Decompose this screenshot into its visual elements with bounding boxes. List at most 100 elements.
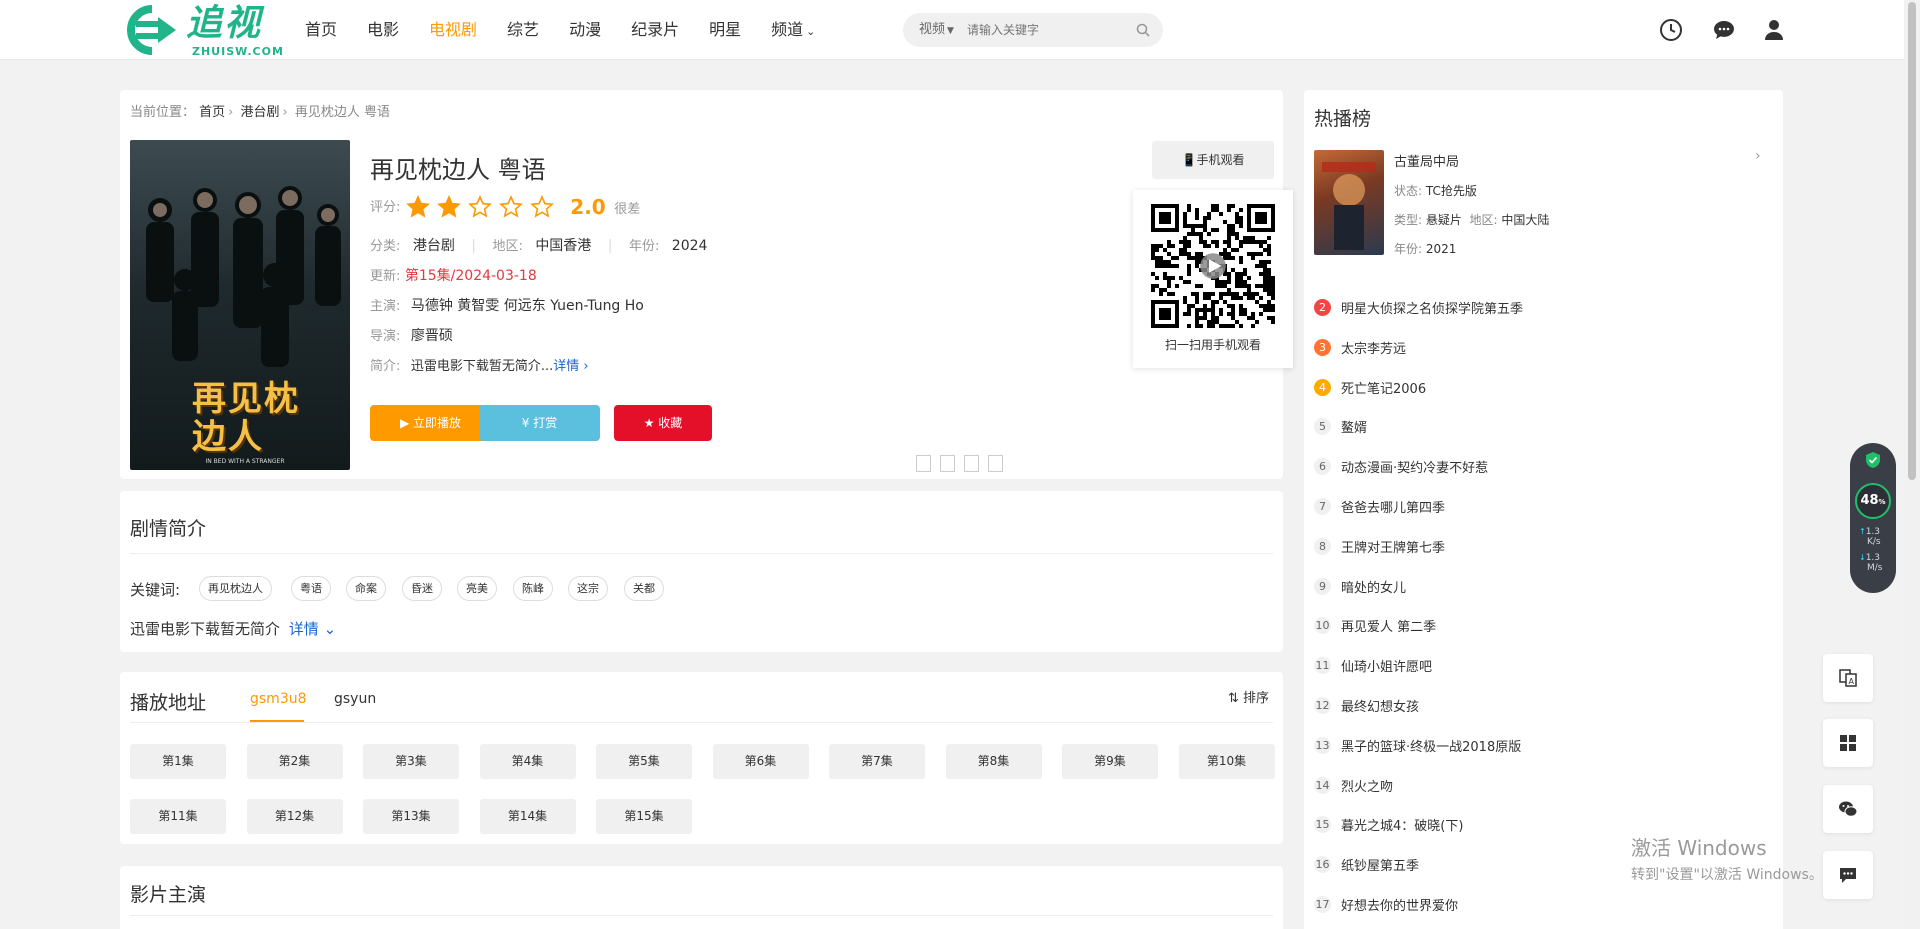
hot-rank-item[interactable]: 13 黑子的篮球·终极一战2018原版 (1314, 736, 1521, 756)
episode-button[interactable]: 第10集 (1178, 744, 1275, 779)
episode-button[interactable]: 第6集 (712, 744, 809, 779)
page-scrollbar[interactable] (1904, 0, 1920, 929)
star-icon[interactable] (467, 195, 493, 219)
synopsis-more-link[interactable]: 详情 ⌄ (289, 620, 336, 638)
hot-rank-item[interactable]: 4 死亡笔记2006 (1314, 378, 1426, 398)
nav-variety[interactable]: 综艺 (507, 0, 539, 60)
episode-button[interactable]: 第2集 (246, 744, 343, 779)
rank-number: 2 (1314, 299, 1331, 316)
hot-rank-item[interactable]: 2 明星大侦探之名侦探学院第五季 (1314, 298, 1523, 318)
carousel-dot[interactable] (988, 455, 1003, 472)
comment-button[interactable] (1823, 851, 1873, 899)
episode-button[interactable]: 第5集 (596, 744, 692, 779)
caret-down-icon: ▼ (947, 26, 954, 36)
tab-gsyun[interactable]: gsyun (334, 691, 376, 707)
rank-title: 暮光之城4：破晓(下) (1341, 819, 1464, 835)
site-logo[interactable]: 追视 ZHUISW.COM (122, 3, 283, 58)
episode-button[interactable]: 第13集 (363, 799, 459, 834)
user-icon[interactable] (1762, 18, 1786, 42)
tip-button[interactable]: ¥ 打赏 (479, 405, 600, 441)
hot-rank-item[interactable]: 6 动态漫画·契约冷妻不好惹 (1314, 457, 1488, 477)
translate-button[interactable]: A (1823, 654, 1873, 702)
search-category-select[interactable]: 视频 ▼ (919, 13, 954, 48)
keyword-tag[interactable]: 再见枕边人 (199, 576, 272, 601)
episode-button[interactable]: 第4集 (479, 744, 576, 779)
rank-number: 4 (1314, 378, 1331, 396)
hot-rank-item[interactable]: 17 好想去你的世界爱你 (1314, 895, 1458, 915)
episode-button[interactable]: 第7集 (829, 744, 925, 779)
nav-home[interactable]: 首页 (305, 0, 337, 60)
breadcrumb-category[interactable]: 港台剧 (241, 105, 280, 120)
hot-rank-item[interactable]: 12 最终幻想女孩 (1314, 696, 1419, 716)
qr-code-box: 扫一扫用手机观看 (1133, 190, 1293, 368)
keyword-tag[interactable]: 陈峰 (513, 576, 553, 601)
scrollbar-thumb[interactable] (1908, 2, 1916, 480)
search-input[interactable] (967, 20, 1127, 40)
hot-rank-item[interactable]: 14 烈火之吻 (1314, 776, 1393, 796)
episode-button[interactable]: 第9集 (1062, 744, 1158, 779)
star-icon[interactable] (405, 195, 431, 219)
nav-stars[interactable]: 明星 (709, 0, 741, 60)
episode-button[interactable]: 第14集 (479, 799, 576, 834)
star-icon[interactable] (436, 195, 462, 219)
hot-rank-item[interactable]: 7 爸爸去哪儿第四季 (1314, 497, 1445, 517)
intro-more-link[interactable]: 详情 › (553, 359, 588, 374)
favorite-button[interactable]: ★ 收藏 (614, 405, 712, 441)
hot-top-poster[interactable] (1314, 150, 1384, 255)
mobile-watch-button[interactable]: 📱手机观看 (1152, 141, 1274, 179)
year-link[interactable]: 2024 (672, 238, 708, 254)
keyword-tag[interactable]: 亮美 (457, 576, 497, 601)
rank-number: 13 (1314, 736, 1331, 754)
episode-button[interactable]: 第12集 (246, 799, 343, 834)
movie-poster[interactable]: 再见枕边人 IN BED WITH A STRANGER (130, 140, 350, 470)
hot-rank-item[interactable]: 11 仙琦小姐许愿吧 (1314, 656, 1432, 676)
director-link[interactable]: 廖晋硕 (411, 328, 453, 344)
cast-value[interactable]: 马德钟 黄智雯 何远东 Yuen-Tung Ho (411, 298, 644, 314)
rank-title: 仙琦小姐许愿吧 (1341, 660, 1433, 676)
carousel-dot[interactable] (940, 455, 955, 472)
region-link[interactable]: 中国香港 (535, 238, 591, 254)
breadcrumb-home[interactable]: 首页 (199, 105, 225, 120)
tab-gsm3u8[interactable]: gsm3u8 (250, 691, 307, 707)
nav-tv[interactable]: 电视剧 (429, 0, 477, 60)
episode-button[interactable]: 第15集 (596, 799, 692, 834)
carousel-dot[interactable] (964, 455, 979, 472)
hot-rank-item[interactable]: 5 鳌婿 (1314, 417, 1367, 437)
wechat-button[interactable] (1823, 785, 1873, 833)
hot-rank-item[interactable]: 8 王牌对王牌第七季 (1314, 537, 1445, 557)
keyword-tag[interactable]: 粤语 (291, 576, 331, 601)
nav-anime[interactable]: 动漫 (569, 0, 601, 60)
keyword-tag[interactable]: 昏迷 (402, 576, 442, 601)
clock-icon[interactable] (1659, 18, 1683, 42)
hot-rank-item[interactable]: 10 再见爱人 第二季 (1314, 616, 1436, 636)
sort-button[interactable]: ⇅ 排序 (1228, 687, 1269, 706)
star-icon[interactable] (498, 195, 524, 219)
keyword-tag[interactable]: 关都 (624, 576, 664, 601)
keyword-tag[interactable]: 这宗 (568, 576, 608, 601)
rank-title: 死亡笔记2006 (1341, 381, 1427, 397)
hot-rank-item[interactable]: 16 纸钞屋第五季 (1314, 855, 1419, 875)
windows-button[interactable] (1823, 719, 1873, 767)
search-icon[interactable] (1135, 22, 1151, 38)
network-speed-widget[interactable]: 48% ↑1.3 K/s ↓1.3 M/s (1850, 443, 1896, 593)
category-link[interactable]: 港台剧 (413, 238, 455, 254)
nav-movies[interactable]: 电影 (367, 0, 399, 60)
hot-rank-item[interactable]: 15 暮光之城4：破晓(下) (1314, 815, 1463, 835)
hot-top-title[interactable]: 古董局中局 (1394, 151, 1459, 170)
keyword-tag[interactable]: 命案 (346, 576, 386, 601)
nav-documentary[interactable]: 纪录片 (631, 0, 679, 60)
chevron-right-icon[interactable]: › (1755, 148, 1761, 164)
hot-rank-item[interactable]: 3 太宗李芳远 (1314, 338, 1406, 358)
director-label: 导演: (370, 329, 401, 344)
chat-icon[interactable] (1712, 18, 1736, 42)
carousel-dot[interactable] (916, 455, 931, 472)
hot-rank-item[interactable]: 9 暗处的女儿 (1314, 577, 1406, 597)
nav-channels[interactable]: 频道 ⌄ (771, 0, 815, 60)
episode-button[interactable]: 第8集 (945, 744, 1042, 779)
episode-button[interactable]: 第1集 (130, 744, 226, 779)
play-button[interactable]: ▶ 立即播放 (370, 405, 491, 441)
episode-button[interactable]: 第3集 (363, 744, 459, 779)
rating-stars[interactable] (405, 195, 560, 219)
star-icon[interactable] (529, 195, 555, 219)
episode-button[interactable]: 第11集 (130, 799, 226, 834)
